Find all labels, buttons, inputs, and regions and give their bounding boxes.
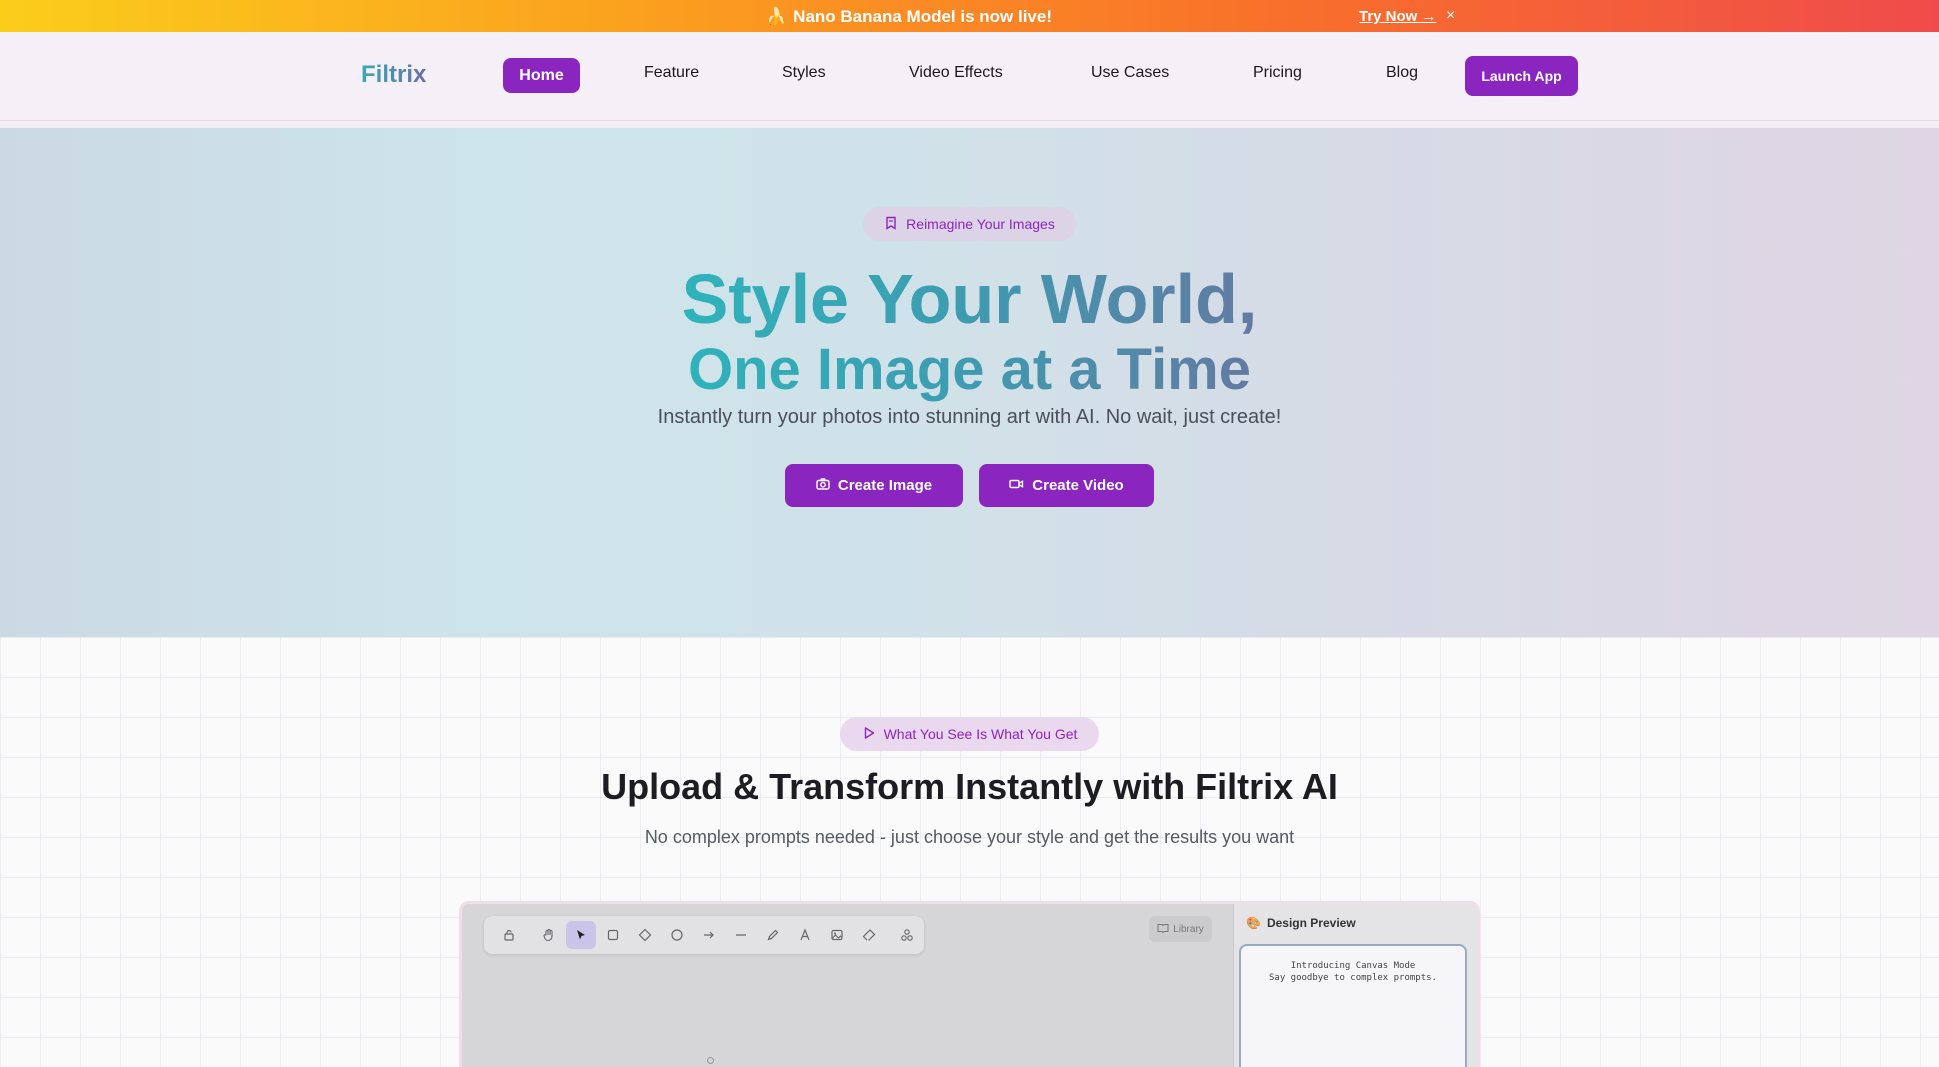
announcement-message: 🍌 Nano Banana Model is now live! — [766, 7, 1052, 27]
nav-divider — [0, 121, 1939, 128]
section-title: Upload & Transform Instantly with Filtri… — [601, 766, 1338, 807]
logo[interactable]: Filtrix — [361, 61, 426, 89]
camera-icon — [816, 477, 830, 495]
hero-title-line2: One Image at a Time — [687, 337, 1252, 402]
canvas-cursor-dot — [707, 1057, 714, 1064]
create-video-button[interactable]: Create Video — [979, 464, 1154, 507]
rectangle-icon[interactable] — [598, 921, 628, 949]
try-now-link[interactable]: Try Now → — [1359, 8, 1437, 25]
nav-item-use-cases[interactable]: Use Cases — [1091, 64, 1169, 82]
preview-line-1: Introducing Canvas Mode — [1290, 961, 1416, 971]
announcement-bar: 🍌 Nano Banana Model is now live! Try Now… — [0, 0, 1939, 32]
eraser-icon[interactable] — [854, 921, 884, 949]
nav-item-video-effects[interactable]: Video Effects — [909, 64, 1003, 82]
hand-icon[interactable] — [534, 921, 564, 949]
pencil-icon[interactable] — [758, 921, 788, 949]
video-icon — [1009, 477, 1024, 495]
library-label: Library — [1173, 923, 1204, 935]
top-nav: Filtrix Home Feature Styles Video Effect… — [0, 32, 1939, 121]
library-button[interactable]: Library — [1149, 916, 1212, 942]
line-icon[interactable] — [726, 921, 756, 949]
nav-item-styles[interactable]: Styles — [782, 64, 826, 82]
hero-section: Reimagine Your Images Style Your World, … — [0, 128, 1939, 637]
canvas-mockup: Library 🎨 Design Preview Introducing Can… — [459, 901, 1480, 1067]
nav-item-pricing[interactable]: Pricing — [1253, 64, 1302, 82]
design-preview-label: Design Preview — [1266, 916, 1356, 930]
create-image-button[interactable]: Create Image — [785, 464, 963, 507]
circle-icon[interactable] — [662, 921, 692, 949]
nav-item-blog[interactable]: Blog — [1386, 64, 1418, 82]
announcement-text: Nano Banana Model is now live! — [793, 7, 1052, 26]
diamond-icon[interactable] — [630, 921, 660, 949]
hero-badge: Reimagine Your Images — [863, 207, 1076, 241]
arrow-icon[interactable] — [694, 921, 724, 949]
launch-app-button[interactable]: Launch App — [1465, 56, 1578, 96]
hero-subtitle: Instantly turn your photos into stunning… — [657, 406, 1282, 428]
play-icon — [862, 726, 876, 743]
nav-item-home[interactable]: Home — [503, 58, 580, 93]
section-subtitle: No complex prompts needed - just choose … — [644, 827, 1295, 847]
section-badge-label: What You See Is What You Get — [883, 726, 1078, 742]
preview-line-2: Say goodbye to complex prompts. — [1269, 973, 1437, 983]
shapes-icon[interactable] — [892, 921, 922, 949]
image-icon[interactable] — [822, 921, 852, 949]
close-icon[interactable]: × — [1446, 7, 1455, 25]
section-badge: What You See Is What You Get — [840, 717, 1099, 751]
hero-badge-label: Reimagine Your Images — [906, 216, 1055, 232]
wysiwyg-section: What You See Is What You Get Upload & Tr… — [0, 637, 1939, 1067]
text-icon[interactable] — [790, 921, 820, 949]
create-image-label: Create Image — [837, 477, 933, 494]
design-preview-title: 🎨 Design Preview — [1246, 916, 1356, 930]
pointer-icon[interactable] — [566, 921, 596, 949]
design-preview-panel: 🎨 Design Preview Introducing Canvas Mode… — [1233, 904, 1477, 1067]
book-icon — [1157, 923, 1169, 936]
nav-item-feature[interactable]: Feature — [644, 64, 699, 82]
palette-icon: 🎨 — [1246, 916, 1261, 930]
design-preview-frame: Introducing Canvas Mode Say goodbye to c… — [1239, 944, 1467, 1067]
create-video-label: Create Video — [1032, 477, 1124, 494]
bookmark-icon — [884, 216, 898, 233]
hero-title-line1: Style Your World, — [0, 258, 1939, 340]
lock-icon[interactable] — [494, 921, 524, 949]
banana-icon: 🍌 — [766, 7, 788, 26]
canvas-toolbar — [484, 916, 924, 954]
